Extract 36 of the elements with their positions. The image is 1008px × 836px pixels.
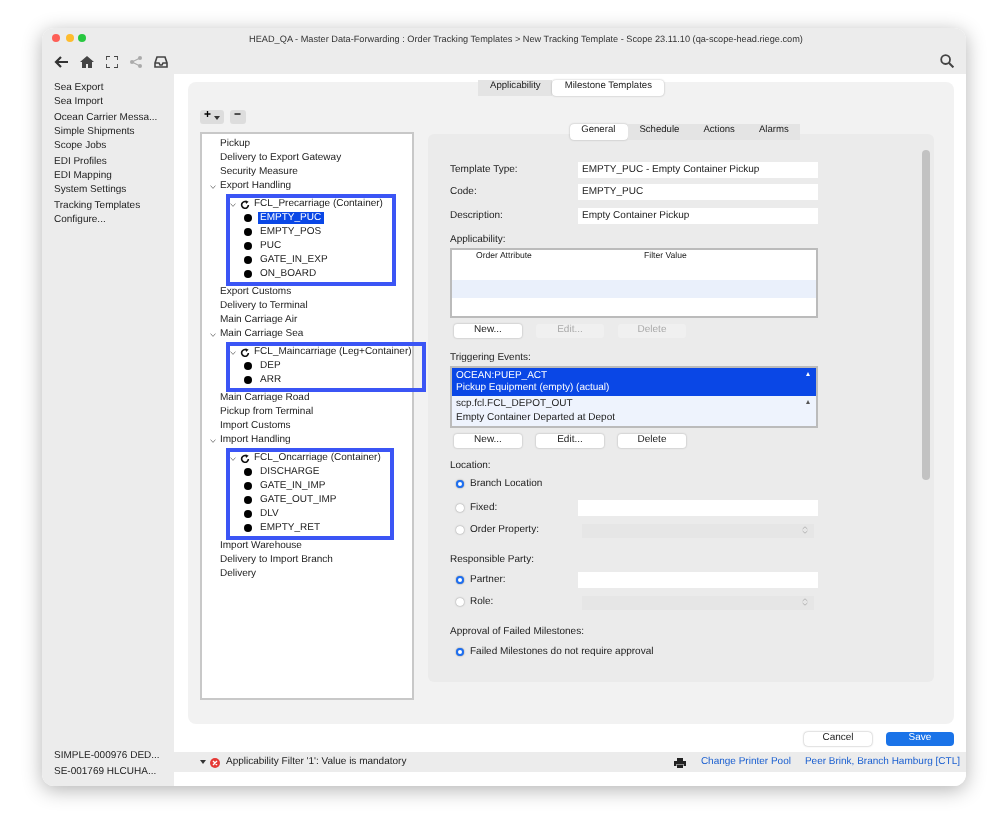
refresh-icon: [239, 199, 249, 209]
dot-icon: [244, 482, 252, 490]
radio-button[interactable]: [456, 480, 464, 489]
dot-icon: [244, 214, 252, 222]
scrollbar-thumb[interactable]: [922, 150, 930, 480]
error-icon: [210, 757, 220, 767]
dot-icon: [244, 242, 252, 250]
dot-icon: [244, 256, 252, 264]
search-icon[interactable]: [940, 54, 954, 68]
printer-icon: [674, 757, 687, 767]
dot-icon: [244, 468, 252, 476]
radio-button[interactable]: [456, 575, 464, 584]
chevron-icon[interactable]: [209, 437, 215, 443]
chevron-icon[interactable]: [209, 331, 215, 337]
maximize-icon[interactable]: [78, 34, 86, 42]
caret-icon[interactable]: [200, 760, 206, 764]
chevron-icon[interactable]: [230, 455, 236, 461]
dot-icon: [244, 524, 252, 532]
dot-icon: [244, 496, 252, 504]
close-icon[interactable]: [52, 34, 60, 42]
dot-icon: [244, 376, 252, 384]
chevron-icon[interactable]: [230, 201, 236, 207]
back-icon[interactable]: [54, 55, 68, 67]
chevron-icon[interactable]: [230, 349, 236, 355]
dot-icon: [244, 510, 252, 518]
refresh-icon: [239, 347, 249, 357]
home-icon[interactable]: [80, 55, 94, 67]
inbox-icon[interactable]: [154, 55, 168, 67]
share-icon[interactable]: [130, 55, 142, 67]
radio-button[interactable]: [456, 647, 464, 656]
chevron-icon[interactable]: [209, 183, 215, 189]
refresh-icon: [239, 453, 249, 463]
dot-icon: [244, 362, 252, 370]
dot-icon: [244, 270, 252, 278]
fullscreen-icon[interactable]: [106, 55, 118, 67]
dot-icon: [244, 228, 252, 236]
